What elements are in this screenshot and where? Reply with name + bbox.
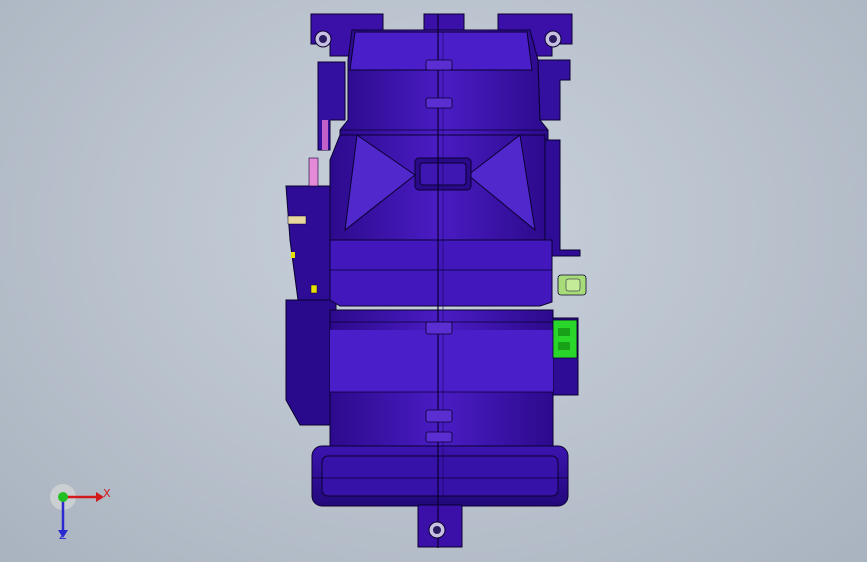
triad-z-label: Z [59,529,67,542]
green-connector-lower [552,319,578,359]
left-mid-module [285,185,336,301]
green-connector-upper [557,274,587,296]
top-center-tab [423,13,465,33]
right-side-module [537,59,571,121]
bolt-top-left [314,30,332,48]
bolt-bottom [428,521,446,539]
triad-x-label: X [103,487,111,500]
bottom-tray-inner [321,455,559,497]
orientation-triad [50,484,104,538]
side-connector-left [287,215,307,225]
yellow-marker-2 [291,252,295,258]
blower-bulge [329,239,553,307]
left-lower-module [285,299,337,426]
bolt-top-right [544,30,562,48]
graphics-viewport[interactable]: X Z [0,0,867,562]
model-outline [285,13,581,548]
yellow-marker [310,284,318,294]
hvac-housing-model[interactable] [0,0,867,562]
pink-detail [322,120,328,150]
pink-connector [308,157,319,187]
lower-band [330,330,553,392]
